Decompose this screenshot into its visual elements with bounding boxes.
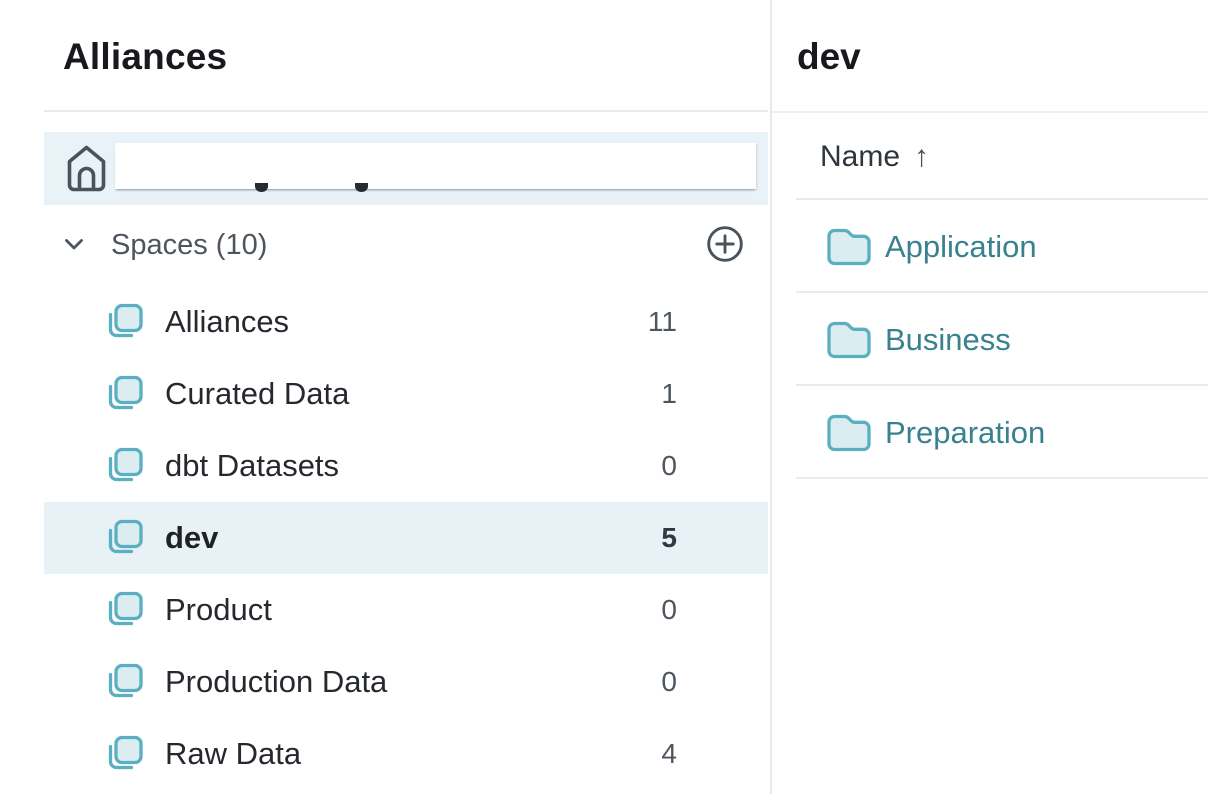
folder-list: Application Business Preparation [772, 200, 1208, 479]
folder-icon [826, 320, 872, 360]
sidebar-item-alliances[interactable]: Alliances 11 [44, 286, 768, 358]
column-header-name[interactable]: Name ↑ [820, 140, 929, 174]
spaces-section-header[interactable]: Spaces (10) [44, 224, 768, 264]
folder-icon [826, 227, 872, 267]
sidebar-item-curated-data[interactable]: Curated Data 1 [44, 358, 768, 430]
main-panel: dev Name ↑ Application Business [772, 0, 1208, 794]
space-icon [103, 445, 145, 487]
home-row[interactable] [44, 132, 768, 205]
sidebar-item-dev[interactable]: dev 5 [44, 502, 768, 574]
space-name: Product [165, 592, 272, 628]
space-count: 4 [661, 738, 677, 770]
divider [772, 111, 1208, 113]
folder-link[interactable]: Preparation [885, 415, 1045, 451]
space-list: Alliances 11 Curated Data 1 dbt Datasets [44, 286, 768, 790]
column-header-label: Name [820, 140, 900, 173]
sidebar-item-product[interactable]: Product 0 [44, 574, 768, 646]
space-name: Alliances [165, 304, 289, 340]
sidebar-panel: Alliances Spaces (10) [0, 0, 772, 794]
folder-row-preparation[interactable]: Preparation [772, 386, 1208, 479]
sidebar-item-raw-data[interactable]: Raw Data 4 [44, 718, 768, 790]
add-space-button[interactable] [706, 225, 744, 263]
space-name: dbt Datasets [165, 448, 339, 484]
folder-link[interactable]: Business [885, 322, 1011, 358]
sidebar-item-production-data[interactable]: Production Data 0 [44, 646, 768, 718]
space-icon [103, 661, 145, 703]
space-icon [103, 517, 145, 559]
sidebar-title: Alliances [63, 36, 227, 78]
divider [44, 110, 768, 112]
plus-circle-icon [706, 251, 744, 266]
space-name: Production Data [165, 664, 387, 700]
home-icon [66, 144, 107, 193]
sort-ascending-icon: ↑ [914, 140, 929, 173]
chevron-down-icon[interactable] [64, 238, 84, 251]
folder-link[interactable]: Application [885, 229, 1037, 265]
spaces-section-label: Spaces (10) [111, 228, 267, 262]
folder-icon [826, 413, 872, 453]
space-count: 0 [661, 450, 677, 482]
redacted-text-overlay [115, 143, 756, 189]
redacted-letter-descender [355, 183, 368, 192]
space-icon [103, 589, 145, 631]
space-name: dev [165, 520, 218, 556]
space-count: 0 [661, 666, 677, 698]
page-title: dev [797, 36, 861, 78]
space-name: Curated Data [165, 376, 349, 412]
folder-row-application[interactable]: Application [772, 200, 1208, 293]
space-icon [103, 733, 145, 775]
space-count: 11 [648, 306, 677, 338]
redacted-letter-descender [255, 183, 268, 192]
space-count: 0 [661, 594, 677, 626]
space-icon [103, 301, 145, 343]
space-name: Raw Data [165, 736, 301, 772]
folder-row-business[interactable]: Business [772, 293, 1208, 386]
sidebar-item-dbt-datasets[interactable]: dbt Datasets 0 [44, 430, 768, 502]
space-count: 5 [661, 522, 677, 554]
space-count: 1 [661, 378, 677, 410]
space-icon [103, 373, 145, 415]
